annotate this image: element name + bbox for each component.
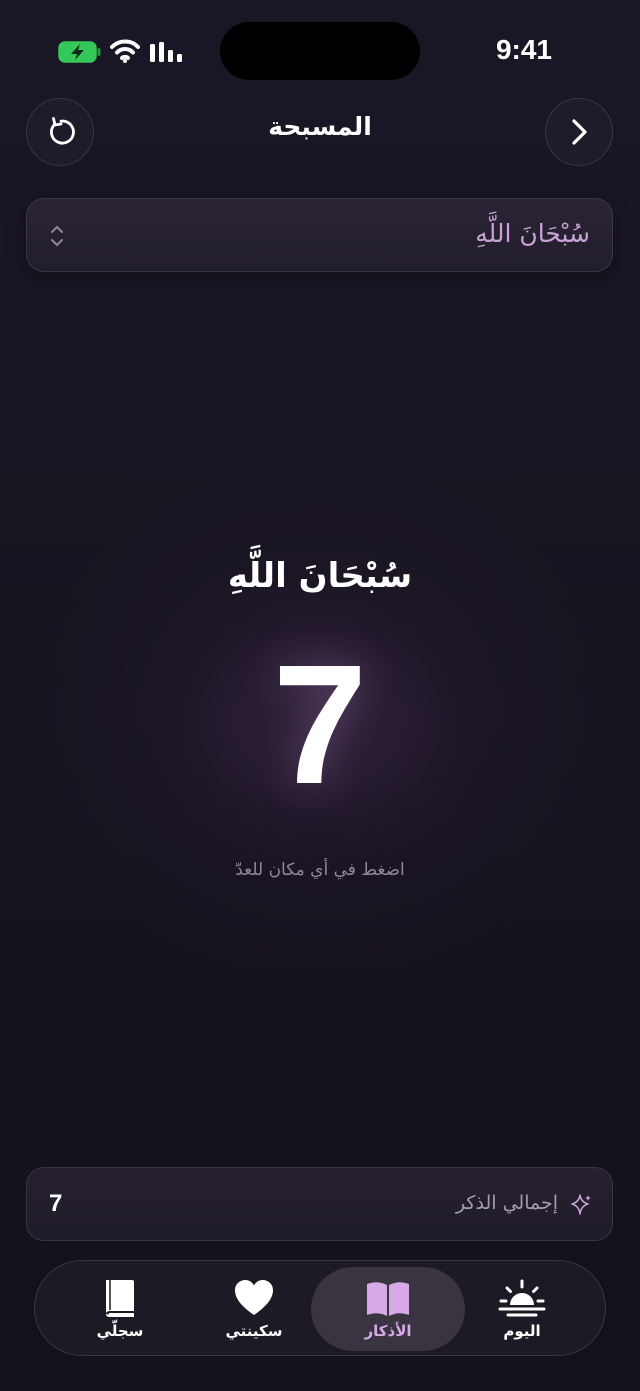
page-title: المسبحة <box>268 112 372 141</box>
selected-dhikr: سُبْحَانَ اللَّهِ <box>475 219 590 248</box>
total-dhikr-value: 7 <box>49 1190 63 1217</box>
tab-bar: سجلّي سكينتي الأذكار اليوم <box>34 1260 606 1356</box>
sunrise-icon <box>498 1279 546 1317</box>
tab-journal[interactable]: سجلّي <box>43 1267 197 1351</box>
tab-calm[interactable]: سكينتي <box>177 1267 331 1351</box>
open-book-icon <box>367 1282 409 1316</box>
tab-journal-label: سجلّي <box>96 1322 144 1340</box>
tap-hint: اضغط في أي مكان للعدّ <box>235 860 405 880</box>
dhikr-title: سُبْحَانَ اللَّهِ <box>227 556 413 596</box>
tab-today-label: اليوم <box>503 1322 541 1340</box>
chevron-up-down-icon <box>51 226 63 246</box>
tab-adhkar-label: الأذكار <box>364 1322 412 1340</box>
tab-today[interactable]: اليوم <box>445 1267 599 1351</box>
tasbih-count[interactable]: 7 <box>0 640 640 810</box>
tab-calm-label: سكينتي <box>225 1322 283 1340</box>
reset-icon <box>50 117 75 145</box>
dhikr-selector[interactable]: سُبْحَانَ اللَّهِ <box>26 198 613 272</box>
reset-button[interactable] <box>26 98 94 166</box>
book-icon <box>106 1280 134 1317</box>
wifi-icon <box>110 39 140 63</box>
total-dhikr-card: 7 إجمالي الذكر <box>26 1167 613 1241</box>
chevron-right-icon <box>572 119 587 145</box>
battery-charging-icon <box>58 41 101 63</box>
dynamic-island <box>220 22 420 80</box>
total-dhikr-label: إجمالي الذكر <box>455 1192 558 1214</box>
screen: 9:41 المسبحة سُبْحَانَ اللَّهِ سُبْحَانَ… <box>0 0 640 1391</box>
tab-adhkar[interactable]: الأذكار <box>311 1267 465 1351</box>
cellular-signal-icon <box>150 42 182 62</box>
back-button[interactable] <box>545 98 613 166</box>
sparkle-icon <box>571 1194 591 1215</box>
heart-icon <box>235 1280 273 1315</box>
status-bar: 9:41 <box>0 0 640 100</box>
status-time: 9:41 <box>495 34 552 65</box>
